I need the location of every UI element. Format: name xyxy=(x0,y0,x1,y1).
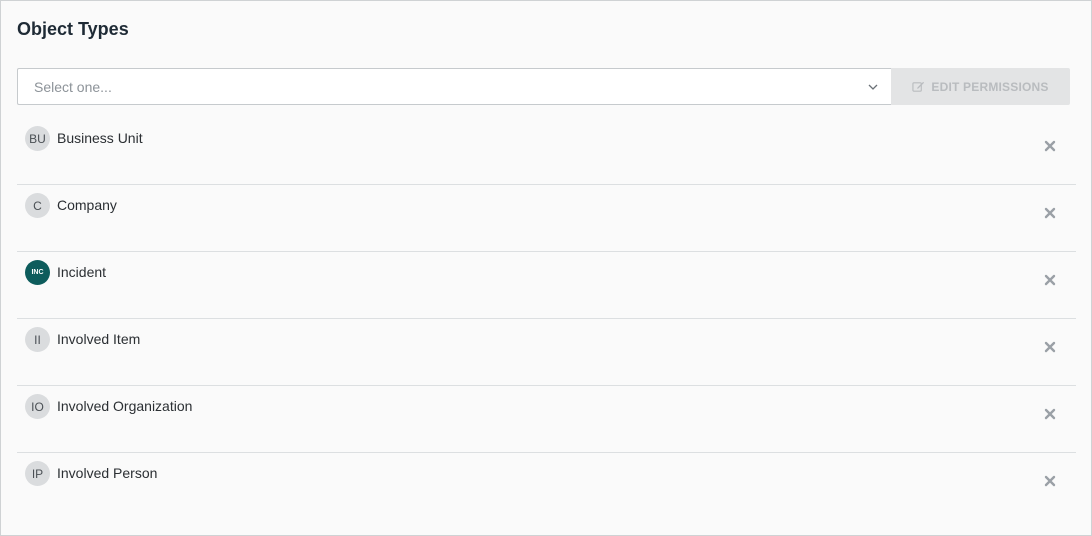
list-item: INC Incident xyxy=(17,252,1076,319)
list-item: IO Involved Organization xyxy=(17,386,1076,453)
select-placeholder: Select one... xyxy=(34,78,112,95)
list-item: BU Business Unit xyxy=(17,118,1076,185)
avatar: IP xyxy=(25,461,50,486)
avatar: II xyxy=(25,327,50,352)
close-icon[interactable] xyxy=(1044,408,1056,420)
list-item-label: Incident xyxy=(57,264,107,280)
edit-permissions-button[interactable]: EDIT PERMISSIONS xyxy=(891,68,1070,105)
close-icon[interactable] xyxy=(1044,341,1056,353)
list-item: II Involved Item xyxy=(17,319,1076,386)
toolbar: Select one... EDIT PERMISSIONS xyxy=(17,68,1070,105)
close-icon[interactable] xyxy=(1044,140,1056,152)
chevron-down-icon xyxy=(868,84,878,90)
list-item: IP Involved Person xyxy=(17,453,1076,520)
list-item-label: Involved Person xyxy=(57,465,158,481)
object-type-select[interactable]: Select one... xyxy=(17,68,891,105)
object-types-panel: Object Types Select one... EDIT PERMISSI… xyxy=(0,0,1092,536)
list-item-label: Involved Organization xyxy=(57,398,193,414)
avatar: INC xyxy=(25,260,50,285)
list-item: C Company xyxy=(17,185,1076,252)
avatar: BU xyxy=(25,126,50,151)
edit-permissions-label: EDIT PERMISSIONS xyxy=(931,79,1049,94)
object-type-list: BU Business Unit C Company INC Incident … xyxy=(17,118,1076,520)
page-title: Object Types xyxy=(17,19,129,39)
list-item-label: Business Unit xyxy=(57,130,143,146)
list-item-label: Company xyxy=(57,197,117,213)
close-icon[interactable] xyxy=(1044,475,1056,487)
avatar: IO xyxy=(25,394,50,419)
close-icon[interactable] xyxy=(1044,207,1056,219)
close-icon[interactable] xyxy=(1044,274,1056,286)
avatar: C xyxy=(25,193,50,218)
list-item-label: Involved Item xyxy=(57,331,141,347)
edit-pen-icon xyxy=(912,81,925,92)
